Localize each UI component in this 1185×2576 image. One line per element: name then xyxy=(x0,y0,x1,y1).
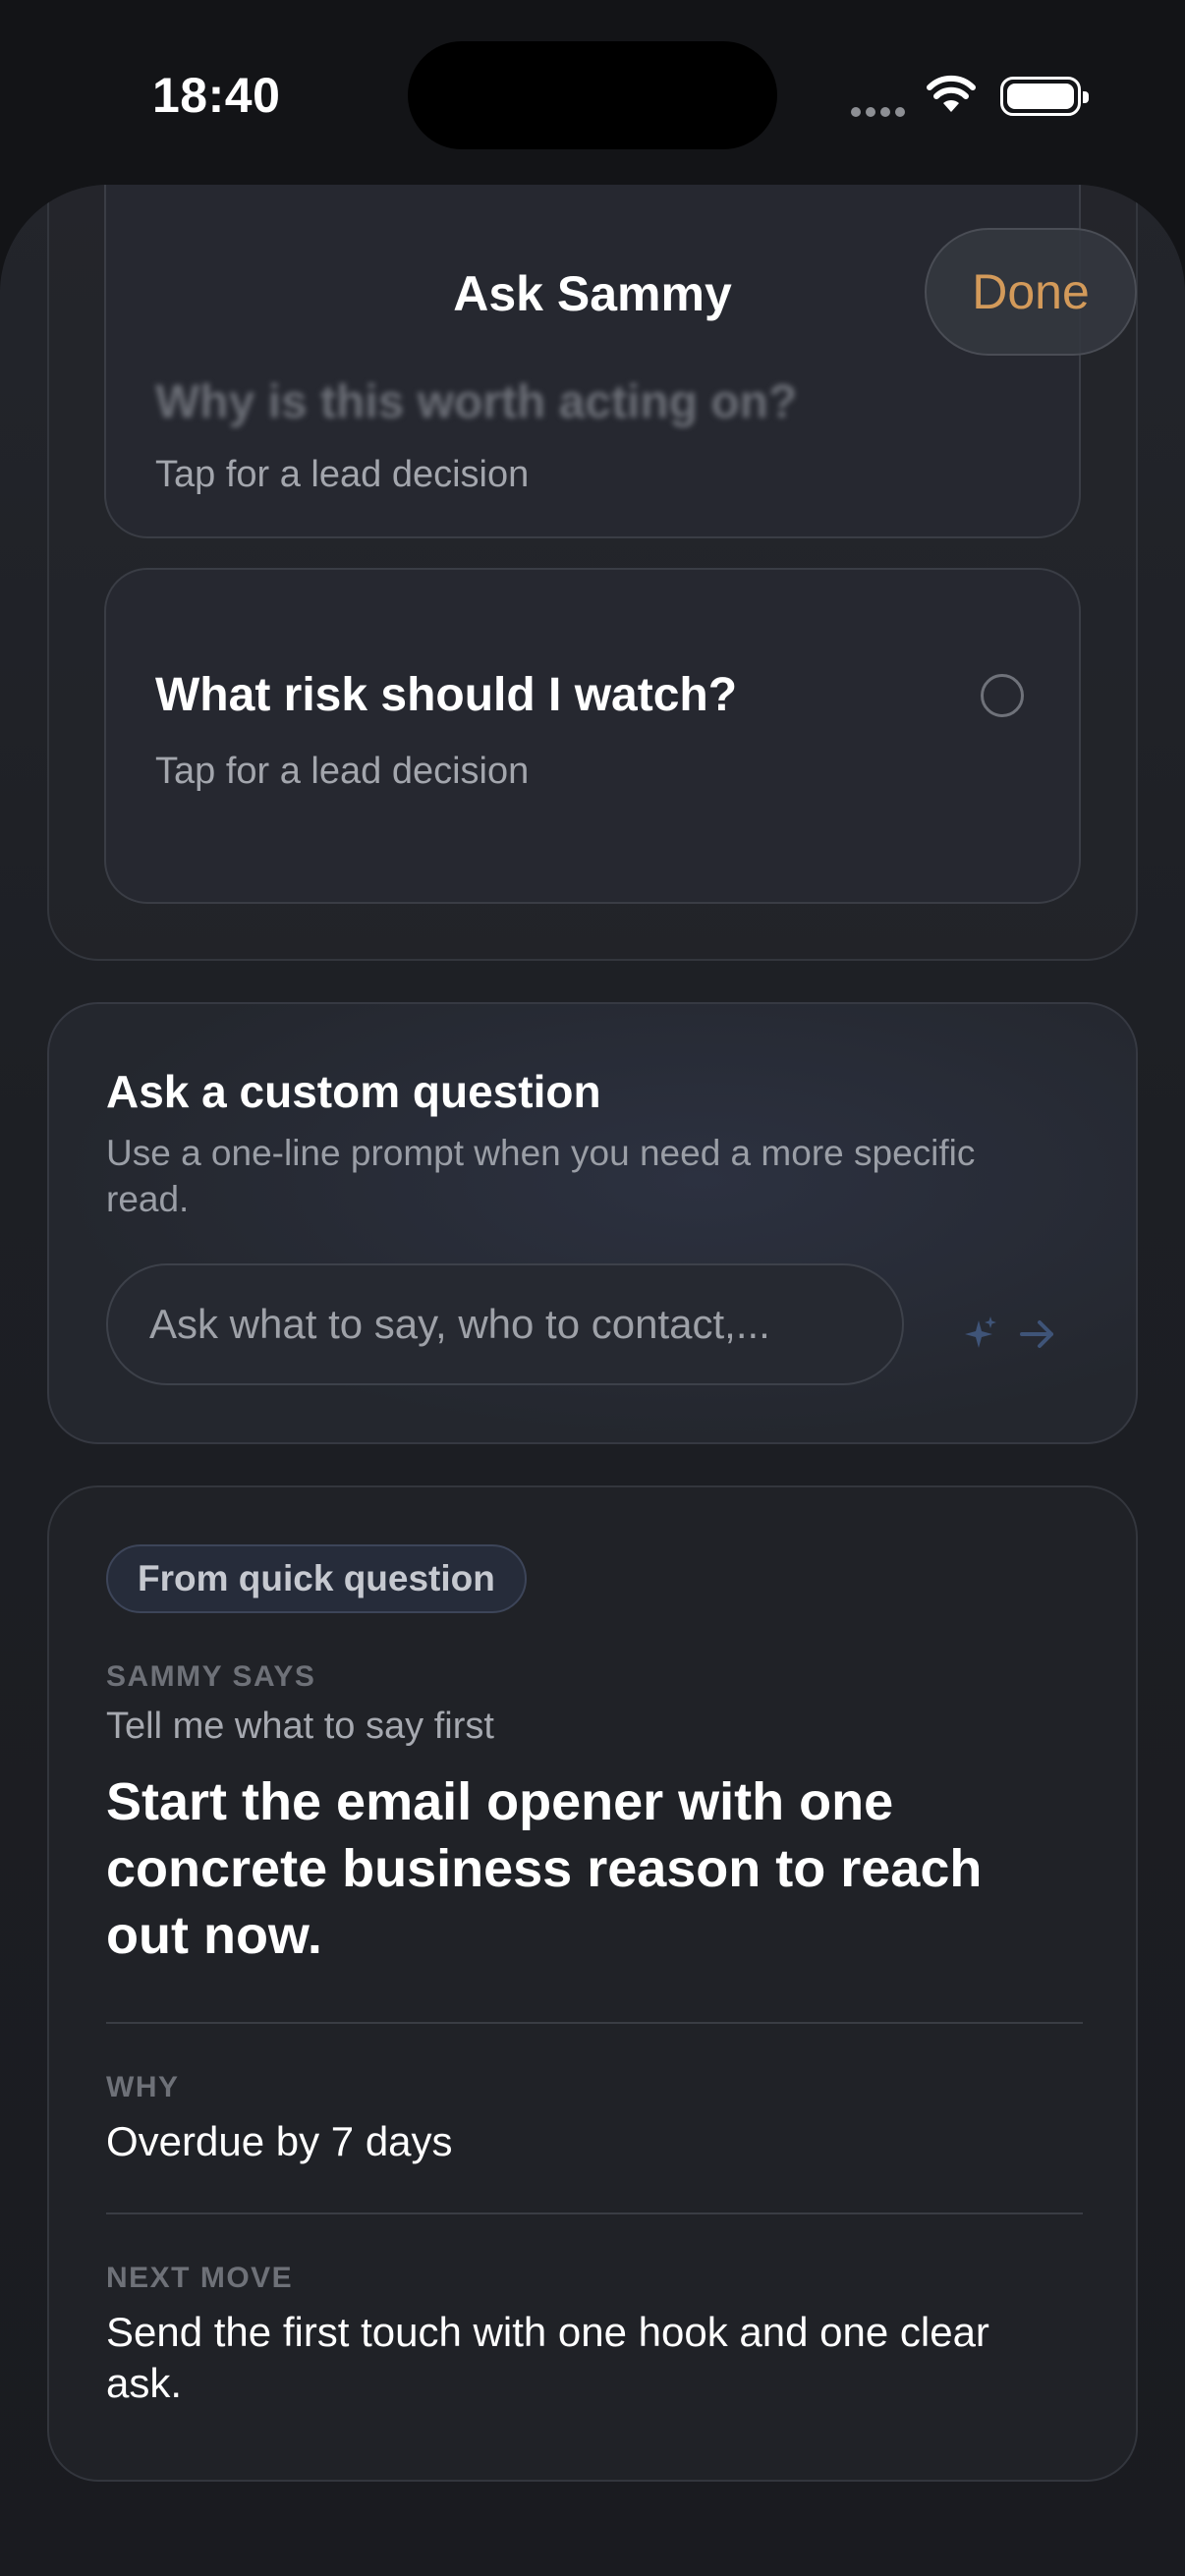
quick-question-worth-acting[interactable]: Why is this worth acting on? Tap for a l… xyxy=(104,185,1081,538)
custom-question-card: Ask a custom question Use a one-line pro… xyxy=(47,1002,1138,1444)
custom-question-description: Use a one-line prompt when you need a mo… xyxy=(106,1133,976,1219)
battery-icon xyxy=(1000,77,1089,116)
next-move-label: NEXT MOVE xyxy=(106,2262,294,2294)
why-label: WHY xyxy=(106,2071,180,2103)
radio-circle-icon[interactable] xyxy=(981,674,1024,717)
sparkle-icon[interactable] xyxy=(961,1315,1000,1354)
status-bar: 18:40 xyxy=(0,0,1185,187)
divider xyxy=(106,2022,1083,2024)
dynamic-island xyxy=(408,41,777,149)
source-badge: From quick question xyxy=(106,1544,527,1613)
why-value: Overdue by 7 days xyxy=(106,2118,453,2164)
custom-question-title: Ask a custom question xyxy=(106,1066,601,1117)
quick-question-title: Why is this worth acting on? xyxy=(155,376,798,428)
quick-question-title: What risk should I watch? xyxy=(155,669,738,721)
sammy-says-label: SAMMY SAYS xyxy=(106,1660,316,1693)
quick-question-risk[interactable]: What risk should I watch? Tap for a lead… xyxy=(104,568,1081,904)
custom-question-input[interactable]: Ask what to say, who to contact,... xyxy=(106,1263,904,1385)
cellular-signal-icon xyxy=(851,104,910,122)
quick-question-subtitle: Tap for a lead decision xyxy=(155,454,530,495)
quick-question-subtitle: Tap for a lead decision xyxy=(155,751,530,792)
asked-question: Tell me what to say first xyxy=(106,1706,494,1747)
arrow-right-icon[interactable] xyxy=(1018,1316,1057,1352)
ask-sammy-sheet: Why is this worth acting on? Tap for a l… xyxy=(0,185,1185,2576)
next-move-value: Send the first touch with one hook and o… xyxy=(106,2309,989,2406)
divider xyxy=(106,2212,1083,2214)
status-time: 18:40 xyxy=(152,68,281,123)
done-button[interactable]: Done xyxy=(925,228,1137,356)
wifi-icon xyxy=(927,75,976,112)
answer-card: From quick question SAMMY SAYS Tell me w… xyxy=(47,1485,1138,2482)
answer-text: Start the email opener with one concrete… xyxy=(106,1772,983,1965)
